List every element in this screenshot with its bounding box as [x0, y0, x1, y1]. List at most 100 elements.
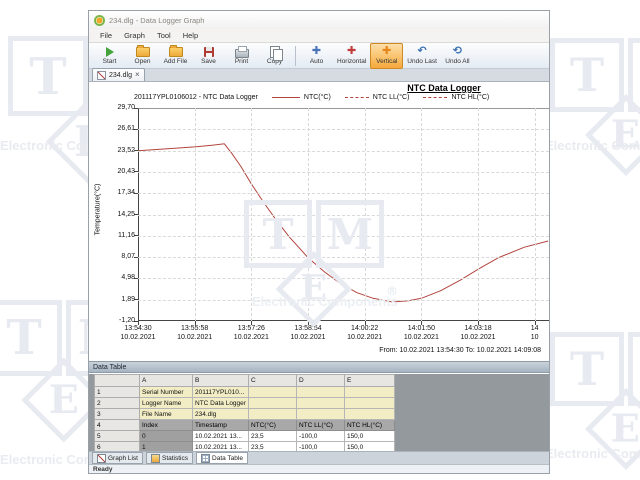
row-number[interactable]: 3 — [95, 409, 140, 420]
copy-button[interactable]: Copy — [258, 43, 291, 69]
menu-item-tool[interactable]: Tool — [151, 31, 177, 40]
y-tick-label: 17,34 — [95, 189, 135, 196]
table-cell[interactable] — [296, 409, 344, 420]
folder-open-icon — [136, 46, 150, 57]
horizontal-button[interactable]: ✚Horizontal — [333, 43, 370, 69]
table-cell[interactable] — [344, 398, 394, 409]
toolbar-separator — [295, 46, 296, 66]
legend-line-sample — [345, 97, 369, 98]
table-cell[interactable] — [248, 387, 296, 398]
legend-entry-label: NTC LL(°C) — [373, 94, 410, 101]
table-cell[interactable]: NTC Data Logger — [193, 398, 249, 409]
table-cell[interactable]: 234.dlg — [193, 409, 249, 420]
table-cell[interactable]: Index — [140, 420, 193, 431]
data-table-panel-header[interactable]: Data Table — [89, 361, 549, 373]
menu-item-graph[interactable]: Graph — [118, 31, 151, 40]
undo-last-button[interactable]: ↶Undo Last — [403, 43, 441, 69]
column-header-A[interactable]: A — [140, 375, 193, 387]
add-file-button[interactable]: Add File — [159, 43, 192, 69]
tab-graph-list[interactable]: Graph List — [92, 452, 143, 464]
start-button[interactable]: Start — [93, 43, 126, 69]
undo-all-icon: ⟲ — [453, 46, 462, 57]
toolbar-button-label: Undo All — [445, 58, 469, 65]
status-text: Ready — [93, 466, 113, 473]
printer-icon — [235, 49, 249, 58]
table-cell[interactable]: 0 — [140, 431, 193, 442]
horizontal-gridline — [138, 129, 549, 130]
toolbar-button-label: Horizontal — [337, 58, 366, 65]
graphlist-icon — [97, 454, 106, 463]
table-row: 2Logger NameNTC Data Logger — [95, 398, 395, 409]
save-button[interactable]: Save — [192, 43, 225, 69]
y-tick-label: 14,25 — [95, 211, 135, 218]
vertical-gridline — [478, 108, 479, 321]
table-cell[interactable] — [248, 398, 296, 409]
table-cell[interactable]: Serial Number — [140, 387, 193, 398]
column-header-D[interactable]: D — [296, 375, 344, 387]
chart-page: NTC Data Logger 201117YPL0106012 - NTC D… — [89, 82, 549, 361]
menu-bar: FileGraphToolHelp — [89, 29, 549, 43]
grid-corner-cell[interactable] — [95, 375, 140, 387]
horizontal-gridline — [138, 193, 549, 194]
row-number[interactable]: 1 — [95, 387, 140, 398]
folder-open-icon — [136, 47, 150, 57]
vertical-gridline — [535, 108, 536, 321]
table-cell[interactable]: 150,0 — [344, 431, 394, 442]
bottom-tab-bar: Graph ListStatistics Data Table — [89, 451, 549, 464]
y-tick-label: 29,70 — [95, 104, 135, 111]
column-header-B[interactable]: B — [193, 375, 249, 387]
bottom-tab-label: Data Table — [212, 455, 243, 462]
folder-add-icon — [169, 46, 183, 57]
y-tick-label: -1,20 — [95, 317, 135, 324]
tme-letter-box: T — [550, 38, 624, 112]
tme-letter-box: T — [0, 300, 62, 376]
table-cell[interactable]: File Name — [140, 409, 193, 420]
x-tick-label: 13:54:3010.02.2021 — [110, 324, 166, 342]
column-header-row: ABCDE — [95, 375, 395, 387]
open-button[interactable]: Open — [126, 43, 159, 69]
vertical-button[interactable]: ✚Vertical — [370, 43, 403, 69]
table-cell[interactable]: NTC HL(°C) — [344, 420, 394, 431]
column-header-E[interactable]: E — [344, 375, 394, 387]
row-number[interactable]: 5 — [95, 431, 140, 442]
table-cell[interactable]: -100,0 — [296, 431, 344, 442]
row-number[interactable]: 4 — [95, 420, 140, 431]
table-cell[interactable]: Timestamp — [193, 420, 249, 431]
copy-icon — [270, 46, 280, 57]
table-cell[interactable]: 23,5 — [248, 431, 296, 442]
table-row: 5010.02.2021 13...23,5-100,0150,0 — [95, 431, 395, 442]
column-header-C[interactable]: C — [248, 375, 296, 387]
x-tick-label: 13:57:2610.02.2021 — [223, 324, 279, 342]
table-cell[interactable] — [248, 409, 296, 420]
auto-button[interactable]: ✚Auto — [300, 43, 333, 69]
table-cell[interactable]: NTC(°C) — [248, 420, 296, 431]
table-cell[interactable] — [344, 387, 394, 398]
tab-data-table[interactable]: Data Table — [196, 452, 248, 464]
folder-add-icon — [169, 47, 183, 57]
menu-item-file[interactable]: File — [94, 31, 118, 40]
undo-all-button[interactable]: ⟲Undo All — [441, 43, 474, 69]
table-cell[interactable] — [296, 387, 344, 398]
toolbar-button-label: Open — [135, 58, 151, 65]
stats-icon — [151, 454, 160, 463]
toolbar-button-label: Undo Last — [407, 58, 437, 65]
print-button[interactable]: Print — [225, 43, 258, 69]
table-cell[interactable]: NTC LL(°C) — [296, 420, 344, 431]
tab-statistics[interactable]: Statistics — [146, 452, 193, 464]
data-table-panel-title: Data Table — [93, 364, 126, 371]
tme-logo-boxes: TM — [548, 36, 640, 114]
row-number[interactable]: 2 — [95, 398, 140, 409]
document-tab[interactable]: 234.dlg × — [92, 68, 145, 81]
x-tick-label: 14:01:5010.02.2021 — [393, 324, 449, 342]
table-cell[interactable] — [344, 409, 394, 420]
table-cell[interactable]: 10.02.2021 13... — [193, 431, 249, 442]
chart-title: NTC Data Logger — [389, 83, 499, 93]
table-cell[interactable]: 201117YPL010... — [193, 387, 249, 398]
menu-item-help[interactable]: Help — [177, 31, 204, 40]
tme-diamond-wrap: E — [548, 114, 640, 164]
tme-letter-diamond: E — [585, 94, 640, 176]
tab-close-icon[interactable]: × — [135, 71, 140, 79]
screenshot-root: { "window": { "title": "234.dlg - Data L… — [0, 0, 640, 480]
table-cell[interactable] — [296, 398, 344, 409]
table-cell[interactable]: Logger Name — [140, 398, 193, 409]
